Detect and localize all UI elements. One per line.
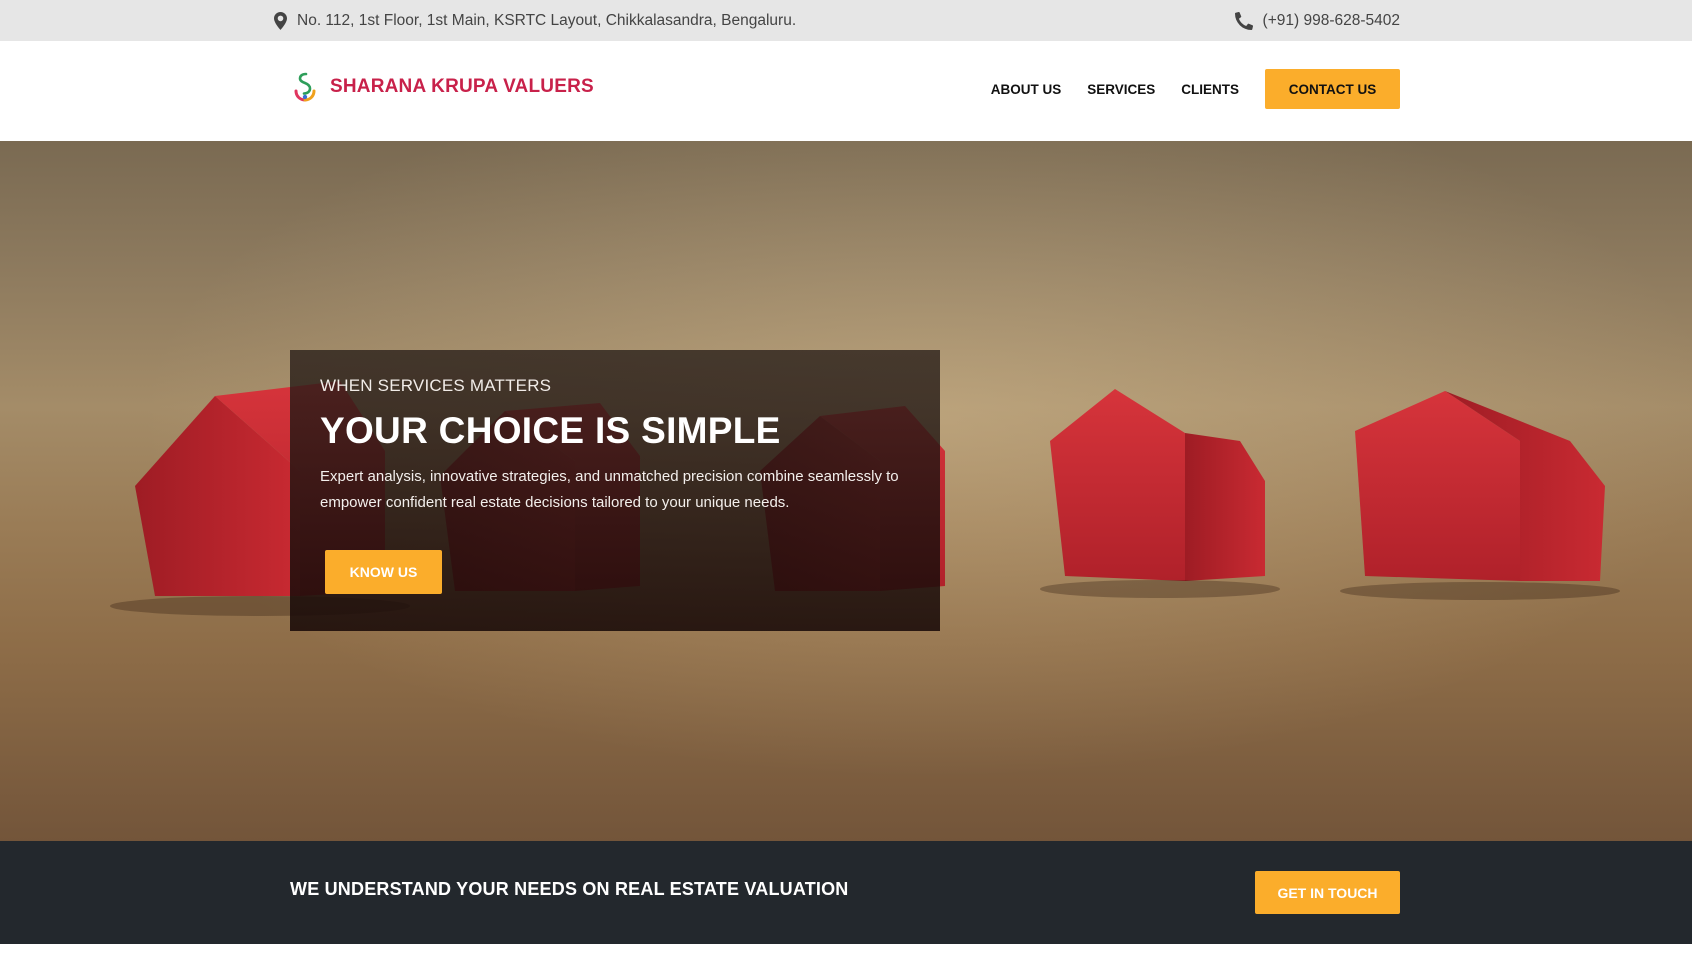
phone-number[interactable]: (+91) 998-628-5402 <box>1263 12 1400 30</box>
phone-block[interactable]: (+91) 998-628-5402 <box>1234 0 1400 41</box>
hero-content-box: WHEN SERVICES MATTERS YOUR CHOICE IS SIM… <box>290 350 940 631</box>
phone-icon <box>1234 11 1253 30</box>
address-block: No. 112, 1st Floor, 1st Main, KSRTC Layo… <box>274 0 796 41</box>
contact-us-button[interactable]: CONTACT US <box>1265 69 1400 109</box>
brand-logo-link[interactable]: SHARANA KRUPA VALUERS <box>290 71 594 103</box>
cta-band: WE UNDERSTAND YOUR NEEDS ON REAL ESTATE … <box>0 841 1692 944</box>
brand-logo-icon <box>290 71 320 103</box>
brand-name: SHARANA KRUPA VALUERS <box>330 76 594 97</box>
hero-description: Expert analysis, innovative strategies, … <box>320 468 899 511</box>
hero-eyebrow: WHEN SERVICES MATTERS <box>320 376 552 395</box>
nav-clients[interactable]: CLIENTS <box>1181 82 1239 97</box>
hero-section: WHEN SERVICES MATTERS YOUR CHOICE IS SIM… <box>0 141 1692 841</box>
know-us-button[interactable]: KNOW US <box>325 550 442 594</box>
main-nav: ABOUT US SERVICES CLIENTS CONTACT US <box>991 69 1400 109</box>
get-in-touch-button[interactable]: GET IN TOUCH <box>1255 871 1400 914</box>
hero-headline: YOUR CHOICE IS SIMPLE <box>320 410 781 451</box>
site-header: SHARANA KRUPA VALUERS ABOUT US SERVICES … <box>0 41 1692 141</box>
nav-services[interactable]: SERVICES <box>1087 82 1155 97</box>
map-marker-icon <box>274 11 287 30</box>
top-info-bar: No. 112, 1st Floor, 1st Main, KSRTC Layo… <box>0 0 1692 41</box>
band-tagline: WE UNDERSTAND YOUR NEEDS ON REAL ESTATE … <box>290 879 849 899</box>
nav-about-us[interactable]: ABOUT US <box>991 82 1062 97</box>
address-text: No. 112, 1st Floor, 1st Main, KSRTC Layo… <box>297 11 797 29</box>
